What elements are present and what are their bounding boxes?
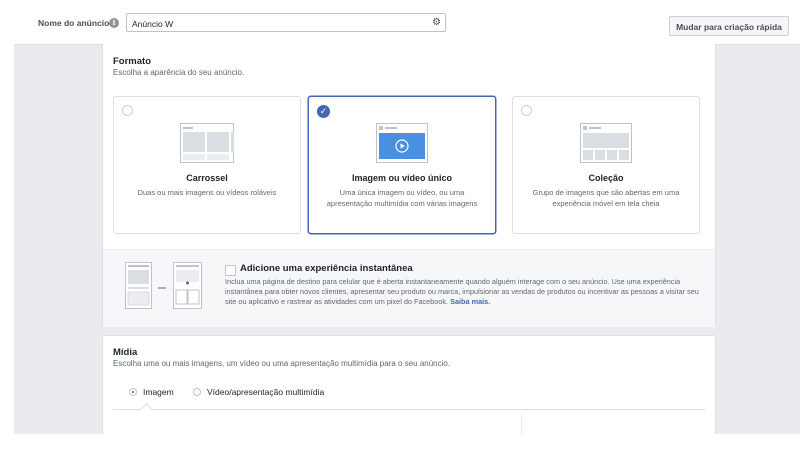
format-option-single-image-video[interactable]: ✓ Imagem ou vídeo único Uma única imagem… (308, 96, 496, 234)
ad-name-field[interactable]: ⚙ (126, 13, 446, 33)
option-description: Uma única imagem ou vídeo, ou uma aprese… (326, 188, 478, 208)
check-circle-icon[interactable]: ✓ (317, 105, 330, 118)
media-subtitle: Escolha uma ou mais imagens, um vídeo ou… (113, 359, 451, 368)
radio-unselected-icon[interactable] (193, 388, 201, 396)
ad-name-input[interactable] (127, 15, 412, 33)
instant-experience-checkbox[interactable] (225, 265, 236, 276)
option-description: Grupo de imagens que são abertas em uma … (532, 188, 680, 208)
format-section: Formato Escolha a aparência do seu anúnc… (102, 44, 716, 327)
media-title: Mídia (113, 347, 138, 358)
option-description: Duas ou mais imagens ou vídeos roláveis (137, 188, 277, 197)
media-tab-divider (113, 409, 705, 410)
ad-name-label: Nome do anúncio (38, 18, 110, 28)
single-video-thumbnail-icon (376, 123, 428, 163)
gear-icon[interactable]: ⚙ (432, 16, 441, 30)
instant-experience-description: Inclua uma página de destino para celula… (225, 277, 703, 308)
media-option-label: Imagem (143, 387, 174, 397)
media-tab-indicator (140, 403, 153, 416)
option-title: Coleção (588, 173, 624, 183)
media-option-video[interactable]: Vídeo/apresentação multimídia (193, 387, 324, 397)
radio-selected-icon[interactable] (129, 388, 137, 396)
ad-name-bar: Nome do anúncio i ⚙ Mudar para criação r… (14, 0, 800, 45)
learn-more-link[interactable]: Saiba mais. (450, 297, 490, 306)
carousel-thumbnail-icon (180, 123, 234, 163)
option-title: Imagem ou vídeo único (351, 173, 452, 183)
radio-unselected-icon[interactable] (521, 105, 532, 116)
ad-editor-canvas: Nome do anúncio i ⚙ Mudar para criação r… (14, 0, 800, 436)
format-subtitle: Escolha a aparência do seu anúncio. (113, 68, 245, 77)
format-option-collection[interactable]: Coleção Grupo de imagens que são abertas… (512, 96, 700, 234)
instant-experience-illustration-icon (125, 262, 202, 309)
info-icon[interactable]: i (109, 18, 119, 28)
media-column-divider (521, 414, 522, 436)
media-option-image[interactable]: Imagem (129, 387, 174, 397)
format-title: Formato (113, 56, 151, 67)
option-title: Carrossel (186, 173, 228, 183)
format-option-carousel[interactable]: Carrossel Duas ou mais imagens ou vídeos… (113, 96, 301, 234)
instant-experience-panel: Adicione uma experiência instantânea Inc… (103, 249, 715, 327)
media-option-label: Vídeo/apresentação multimídia (207, 387, 325, 397)
radio-unselected-icon[interactable] (122, 105, 133, 116)
media-section: Mídia Escolha uma ou mais imagens, um ví… (102, 335, 716, 436)
collection-thumbnail-icon (580, 123, 632, 163)
instant-experience-title: Adicione uma experiência instantânea (240, 263, 413, 274)
quick-create-button[interactable]: Mudar para criação rápida (669, 16, 789, 36)
